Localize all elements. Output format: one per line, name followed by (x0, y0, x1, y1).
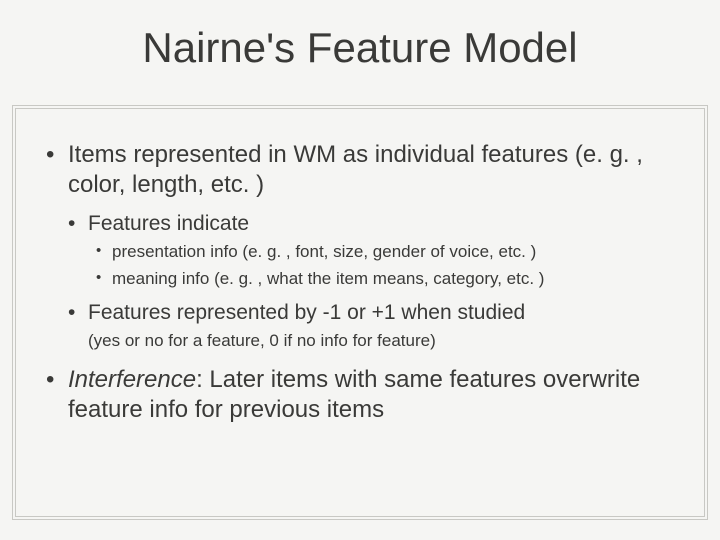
bullet-level1: Interference: Later items with same feat… (40, 365, 680, 425)
bullet-level1: Items represented in WM as individual fe… (40, 140, 680, 200)
spacer (40, 353, 680, 365)
emphasis-text: Interference (68, 366, 196, 393)
slide-content: Items represented in WM as individual fe… (40, 140, 680, 435)
bullet-level3: meaning info (e. g. , what the item mean… (40, 268, 680, 291)
slide: Nairne's Feature Model Items represented… (0, 0, 720, 540)
slide-title: Nairne's Feature Model (0, 24, 720, 72)
bullet-note: (yes or no for a feature, 0 if no info f… (40, 330, 680, 353)
bullet-level3: presentation info (e. g. , font, size, g… (40, 241, 680, 264)
bullet-level2: Features represented by -1 or +1 when st… (40, 299, 680, 326)
bullet-level2: Features indicate (40, 210, 680, 237)
